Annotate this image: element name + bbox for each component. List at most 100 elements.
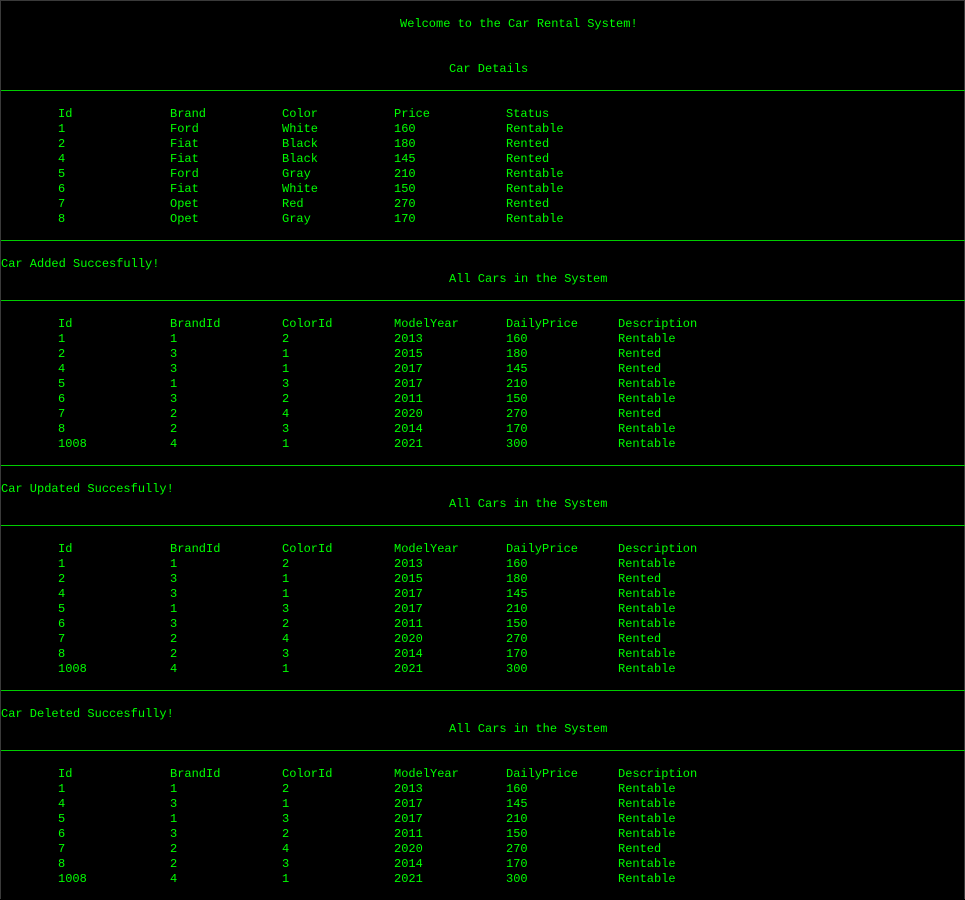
divider [1,300,965,301]
table-cell: Rentable [506,212,564,226]
table-cell: 4 [58,152,66,166]
table-cell: 5 [58,812,66,826]
table-cell: 2020 [394,632,423,646]
table-row: 6 3 2 2011 150 Rentable [1,827,965,842]
table-cell: 2017 [394,602,423,616]
table-cell: 4 [170,437,178,451]
table-cell: Rented [618,632,662,646]
divider [1,465,965,466]
table-cell: 300 [506,872,528,886]
table-cell: 3 [282,647,290,661]
table-row: 2 3 1 2015 180 Rented [1,572,965,587]
table-cell: 3 [282,602,290,616]
table-cell: Rentable [618,662,676,676]
table-row: 1 1 2 2013 160 Rentable [1,332,965,347]
table-row: 1008 4 1 2021 300 Rentable [1,872,965,887]
column-header: Id [58,767,73,781]
table-cell: 3 [170,392,178,406]
table-cell: Gray [282,212,311,226]
table-cell: 1 [282,362,290,376]
table-cell: 2 [58,137,66,151]
table-header-row: Id BrandId ColorId ModelYear DailyPrice Descr… [1,767,965,782]
column-header: Description [618,767,698,781]
table-header-row: Id BrandId ColorId ModelYear DailyPrice Descr… [1,317,965,332]
table-cell: Ford [170,167,199,181]
column-header: Brand [170,107,207,121]
table-cell: 170 [394,212,416,226]
table-cell: 1008 [58,872,87,886]
table-cell: 145 [506,797,528,811]
table-cell: 2 [282,332,290,346]
table-cell: Fiat [170,152,199,166]
table-cell: 2 [170,647,178,661]
table-cell: 2 [170,422,178,436]
table-cell: Rentable [618,857,676,871]
table-cell: 4 [58,362,66,376]
table-cell: 1 [282,347,290,361]
table-cell: 2011 [394,827,423,841]
table-cell: Rentable [618,602,676,616]
table-cell: 150 [506,827,528,841]
table-cell: 3 [170,362,178,376]
table-cell: 1 [58,122,66,136]
table-row: 1 1 2 2013 160 Rentable [1,782,965,797]
divider [1,525,965,526]
table-cell: 4 [58,797,66,811]
table-cell: White [282,182,319,196]
table-cell: Rentable [618,797,676,811]
table-cell: Rentable [506,167,564,181]
column-header: Description [618,542,698,556]
table-cell: 1 [58,557,66,571]
table-row: 1 Ford White 160 Rentable [1,122,965,137]
table-cell: 1 [282,662,290,676]
table-row: 6 Fiat White 150 Rentable [1,182,965,197]
console-window: Welcome to the Car Rental System! Car De… [0,0,965,899]
table-cell: 2 [170,842,178,856]
table-cell: 7 [58,197,66,211]
table-row: 8 2 3 2014 170 Rentable [1,422,965,437]
table-cell: 1 [170,602,178,616]
table-cell: 160 [506,557,528,571]
table-row: 2 3 1 2015 180 Rented [1,347,965,362]
table-cell: Black [282,152,319,166]
table-row: 7 Opet Red 270 Rented [1,197,965,212]
table-cell: 150 [506,392,528,406]
table-header-row: Id BrandId ColorId ModelYear DailyPrice Descr… [1,542,965,557]
table-cell: 7 [58,842,66,856]
table-cell: 210 [394,167,416,181]
column-header: DailyPrice [506,317,579,331]
table-cell: 2014 [394,422,423,436]
table-row: 5 Ford Gray 210 Rentable [1,167,965,182]
table-cell: 2 [282,782,290,796]
table-cell: 210 [506,812,528,826]
divider [1,690,965,691]
table-cell: 1 [170,812,178,826]
table-cell: Fiat [170,137,199,151]
table-cell: 3 [170,827,178,841]
table-cell: 1 [170,332,178,346]
table-cell: 2020 [394,407,423,421]
all-cars-title: All Cars in the System [449,722,608,736]
table-cell: 2013 [394,332,423,346]
table-cell: Rentable [618,392,676,406]
table-cell: Rentable [618,647,676,661]
table-cell: 170 [506,422,528,436]
table-cell: 2 [282,392,290,406]
table-cell: Black [282,137,319,151]
table-cell: 1 [282,437,290,451]
table-cell: 1 [170,557,178,571]
table-cell: 145 [506,587,528,601]
table-row: 1 1 2 2013 160 Rentable [1,557,965,572]
table-cell: 5 [58,377,66,391]
table-cell: Rentable [618,557,676,571]
all-cars-title: All Cars in the System [449,497,608,511]
table-cell: 1008 [58,662,87,676]
column-header: Id [58,542,73,556]
table-row: 5 1 3 2017 210 Rentable [1,812,965,827]
table-cell: 3 [170,347,178,361]
column-header: ColorId [282,767,333,781]
table-row: 5 1 3 2017 210 Rentable [1,602,965,617]
welcome-text: Welcome to the Car Rental System! [400,17,638,31]
table-row: 4 3 1 2017 145 Rentable [1,797,965,812]
table-cell: 2017 [394,797,423,811]
